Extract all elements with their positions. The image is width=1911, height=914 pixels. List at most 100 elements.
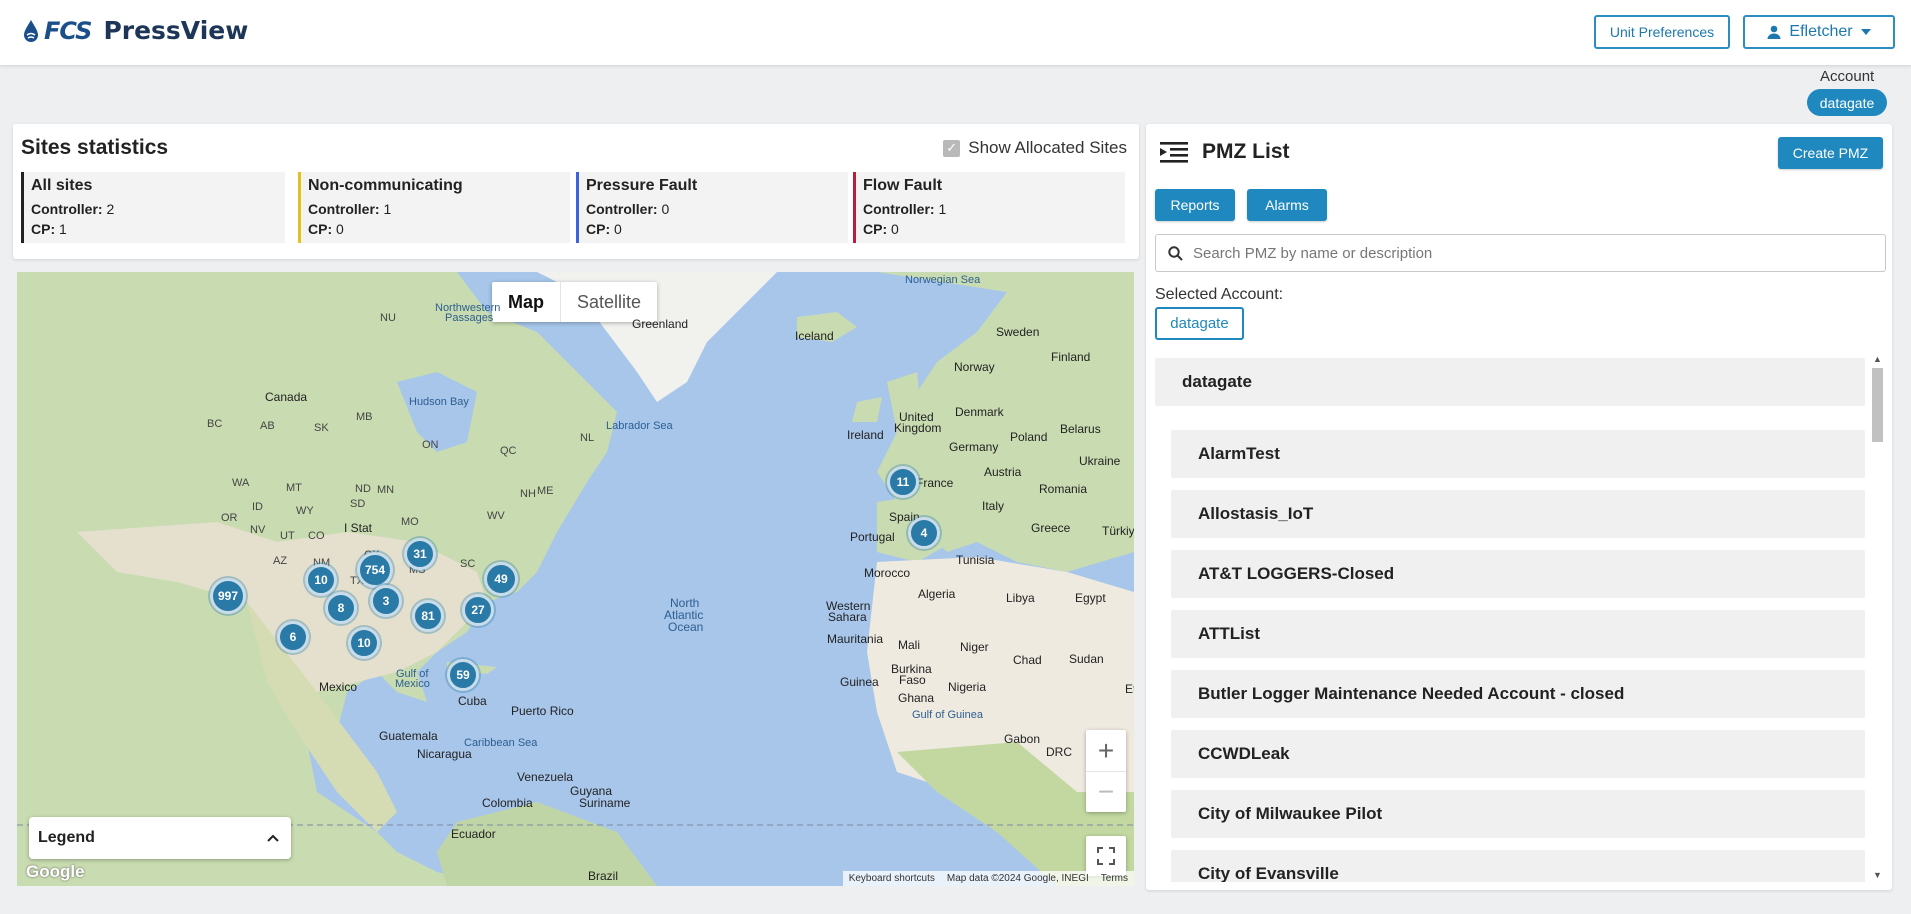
map-label: Norway <box>954 360 995 374</box>
pmz-list-item[interactable]: AT&T LOGGERS-Closed <box>1171 550 1865 598</box>
map-label: Denmark <box>955 405 1004 419</box>
pmz-list-item[interactable]: Allostasis_IoT <box>1171 490 1865 538</box>
site-cluster[interactable]: 4 <box>908 517 940 549</box>
cp-count: 0 <box>336 221 344 237</box>
stat-card-all-sites[interactable]: All sites Controller: 2 CP: 1 <box>21 172 285 243</box>
controller-count: 1 <box>383 201 392 217</box>
map-label: WV <box>487 510 505 522</box>
map-label: Hudson Bay <box>409 396 469 408</box>
site-cluster[interactable]: 997 <box>210 578 246 614</box>
stat-card-pressure-fault[interactable]: Pressure Fault Controller: 0 CP: 0 <box>576 172 848 243</box>
map-label: SK <box>314 422 329 434</box>
site-cluster[interactable]: 10 <box>348 627 380 659</box>
map-label: MN <box>377 484 395 496</box>
stat-card-title: Non-communicating <box>308 177 463 194</box>
map-label: Tunisia <box>956 553 995 567</box>
scroll-down-arrow-icon[interactable]: ▼ <box>1873 870 1882 880</box>
site-cluster[interactable]: 49 <box>484 562 518 596</box>
map-label: Poland <box>1010 430 1048 444</box>
zoom-in-button[interactable]: + <box>1086 730 1126 771</box>
site-cluster[interactable]: 59 <box>447 659 479 691</box>
map-attribution: Keyboard shortcuts Map data ©2024 Google… <box>842 871 1134 886</box>
show-allocated-sites-toggle[interactable]: ✓ Show Allocated Sites <box>943 138 1127 158</box>
checkbox-checked-icon[interactable]: ✓ <box>943 139 961 157</box>
terms-link[interactable]: Terms <box>1101 873 1128 884</box>
chevron-up-icon <box>267 834 279 842</box>
user-menu-button[interactable]: Efletcher <box>1743 15 1895 49</box>
controller-count: 0 <box>661 201 670 217</box>
map-label: Egypt <box>1075 591 1106 605</box>
scroll-up-arrow-icon[interactable]: ▲ <box>1873 354 1882 364</box>
keyboard-shortcuts-link[interactable]: Keyboard shortcuts <box>849 873 935 884</box>
menu-collapse-icon[interactable] <box>1160 141 1188 163</box>
site-cluster[interactable]: 27 <box>462 594 494 626</box>
sites-map[interactable]: Map Satellite Canada Hudson Bay Greenlan… <box>17 272 1134 886</box>
pmz-list-item[interactable]: ATTList <box>1171 610 1865 658</box>
map-label: Ecuador <box>451 827 496 841</box>
site-cluster[interactable]: 754 <box>357 552 393 588</box>
fullscreen-button[interactable] <box>1086 836 1126 876</box>
map-label: Labrador Sea <box>606 420 673 432</box>
map-type-map[interactable]: Map <box>492 282 560 322</box>
zoom-out-button[interactable]: − <box>1086 771 1126 812</box>
site-cluster[interactable]: 81 <box>412 600 444 632</box>
fcs-logo[interactable]: FCS PressView <box>22 16 248 45</box>
stat-card-non-communicating[interactable]: Non-communicating Controller: 1 CP: 0 <box>298 172 570 243</box>
map-label: I Stat <box>344 521 373 535</box>
search-icon <box>1168 245 1183 261</box>
selected-account-badge[interactable]: datagate <box>1155 307 1244 340</box>
scrollbar-thumb[interactable] <box>1872 368 1883 442</box>
map-label: OR <box>221 512 238 524</box>
map-label: WY <box>296 505 314 517</box>
map-label: CO <box>308 530 325 542</box>
map-label: BC <box>207 418 223 430</box>
pmz-list-item[interactable]: CCWDLeak <box>1171 730 1865 778</box>
map-label: AB <box>260 420 275 432</box>
selected-account-label: Selected Account: <box>1155 286 1284 303</box>
map-label: NH <box>520 488 536 500</box>
account-badge[interactable]: datagate <box>1807 89 1887 116</box>
map-label: Nigeria <box>948 680 987 694</box>
caret-down-icon <box>1860 29 1871 35</box>
stat-card-flow-fault[interactable]: Flow Fault Controller: 1 CP: 0 <box>853 172 1125 243</box>
map-label: Libya <box>1006 591 1035 605</box>
map-label: Mali <box>898 638 921 652</box>
site-cluster[interactable]: 11 <box>887 466 919 498</box>
pmz-list-item[interactable]: Butler Logger Maintenance Needed Account… <box>1171 670 1865 718</box>
map-label: Gulf of Guinea <box>912 709 983 721</box>
map-label: Canada <box>265 390 308 404</box>
map-label: Ireland <box>847 428 884 442</box>
map-label: Romania <box>1039 482 1088 496</box>
site-cluster[interactable]: 3 <box>370 585 402 617</box>
map-label: Sahara <box>828 610 867 624</box>
pmz-list-item[interactable]: AlarmTest <box>1171 430 1865 478</box>
map-type-satellite[interactable]: Satellite <box>560 282 657 322</box>
reports-button[interactable]: Reports <box>1155 189 1235 221</box>
create-pmz-button[interactable]: Create PMZ <box>1778 137 1883 169</box>
site-cluster[interactable]: 10 <box>305 564 337 596</box>
map-label: Germany <box>949 440 999 454</box>
map-label: ON <box>422 439 439 451</box>
map-label: Puerto Rico <box>511 704 574 718</box>
map-label: DRC <box>1046 745 1072 759</box>
map-label: Guinea <box>840 675 879 689</box>
alarms-button[interactable]: Alarms <box>1247 189 1327 221</box>
pmz-group-header[interactable]: datagate <box>1155 358 1865 406</box>
google-logo: Google <box>26 862 85 881</box>
pmz-list-panel: PMZ List Create PMZ Reports Alarms Selec… <box>1146 124 1892 890</box>
unit-preferences-button[interactable]: Unit Preferences <box>1594 15 1730 49</box>
pmz-list-item[interactable]: City of Evansville <box>1171 850 1865 882</box>
map-label: France <box>916 476 954 490</box>
pmz-search-input[interactable] <box>1193 244 1885 262</box>
site-cluster[interactable]: 31 <box>404 538 436 570</box>
zoom-control: + − <box>1086 730 1126 812</box>
site-cluster[interactable]: 6 <box>277 621 309 653</box>
pmz-list-item[interactable]: City of Milwaukee Pilot <box>1171 790 1865 838</box>
map-label: Austria <box>984 465 1022 479</box>
map-label: SD <box>350 498 366 510</box>
site-cluster[interactable]: 8 <box>325 592 357 624</box>
pmz-list-scrollbar[interactable]: ▲ ▼ <box>1872 352 1883 882</box>
map-label: Belarus <box>1060 422 1101 436</box>
legend-toggle[interactable]: Legend <box>29 817 291 859</box>
map-label: Chad <box>1013 653 1042 667</box>
